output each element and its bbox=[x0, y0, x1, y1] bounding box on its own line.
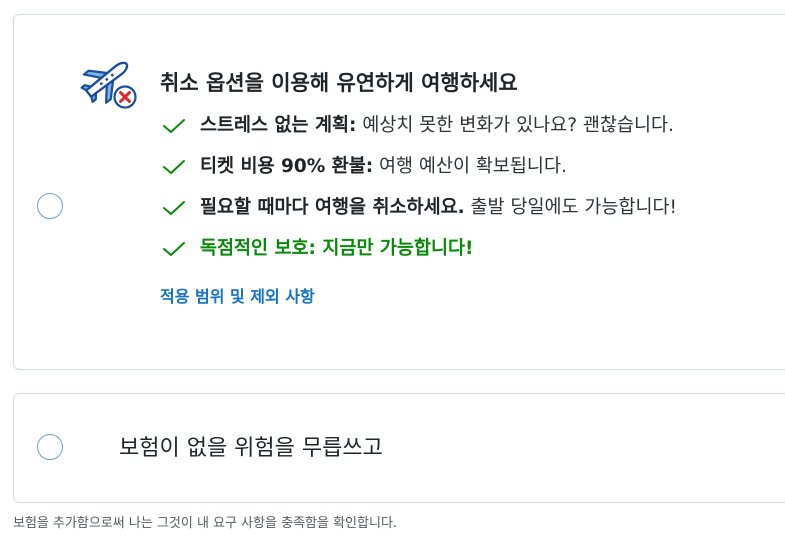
benefit-title: 필요할 때마다 여행을 취소하세요. bbox=[200, 197, 465, 218]
check-icon bbox=[163, 201, 185, 215]
benefit-title: 티켓 비용 90% 환불: bbox=[200, 156, 374, 177]
cancel-option-radio[interactable] bbox=[37, 193, 63, 219]
benefit-description: 예상치 못한 변화가 있나요? 괜찮습니다. bbox=[356, 115, 674, 136]
benefit-item: 스트레스 없는 계획: 예상치 못한 변화가 있나요? 괜찮습니다. bbox=[162, 114, 677, 155]
coverage-exclusions-link[interactable]: 적용 범위 및 제외 사항 bbox=[160, 283, 315, 307]
benefit-item: 필요할 때마다 여행을 취소하세요. 출발 당일에도 가능합니다! bbox=[162, 196, 677, 237]
decline-option-label: 보험이 없을 위험을 무릅쓰고 bbox=[119, 436, 383, 461]
cancel-option-card[interactable]: 취소 옵션을 이용해 유연하게 여행하세요 스트레스 없는 계획: 예상치 못한… bbox=[13, 14, 785, 370]
plane-cancel-icon bbox=[80, 61, 137, 109]
check-icon bbox=[163, 119, 185, 133]
benefit-title: 스트레스 없는 계획: bbox=[200, 115, 357, 136]
decline-option-card[interactable]: 보험이 없을 위험을 무릅쓰고 bbox=[13, 393, 785, 503]
benefit-description: 출발 당일에도 가능합니다! bbox=[464, 197, 677, 218]
insurance-confirmation-note: 보험을 추가함으로써 나는 그것이 내 요구 사항을 충족함을 확인합니다. bbox=[13, 516, 398, 531]
benefit-title: 독점적인 보호: 지금만 가능합니다! bbox=[200, 238, 474, 259]
check-icon bbox=[163, 160, 185, 174]
check-icon bbox=[163, 242, 185, 256]
benefit-description: 여행 예산이 확보됩니다. bbox=[373, 156, 567, 177]
cancel-option-title: 취소 옵션을 이용해 유연하게 여행하세요 bbox=[160, 71, 518, 95]
benefit-item: 티켓 비용 90% 환불: 여행 예산이 확보됩니다. bbox=[162, 155, 677, 196]
decline-option-radio[interactable] bbox=[37, 434, 63, 460]
benefit-list: 스트레스 없는 계획: 예상치 못한 변화가 있나요? 괜찮습니다. 티켓 비용… bbox=[162, 114, 677, 278]
benefit-item-exclusive: 독점적인 보호: 지금만 가능합니다! bbox=[162, 237, 677, 278]
